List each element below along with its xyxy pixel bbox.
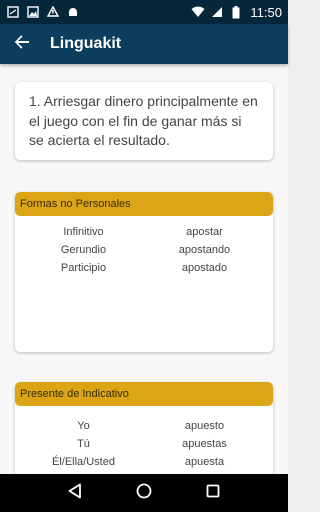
home-circle-icon: [136, 483, 152, 504]
section-card-formas: Formas no Personales Infinitivo apostar …: [15, 192, 273, 352]
back-triangle-icon: [68, 483, 82, 504]
conjugation-row: Participio apostado: [15, 259, 273, 277]
notification-icon: [6, 5, 20, 19]
conjugation-label: Él/Ella/Usted: [52, 456, 115, 468]
conjugation-rows: Infinitivo apostar Gerundio apostando Pa…: [15, 216, 273, 277]
conjugation-row: Infinitivo apostar: [15, 223, 273, 241]
status-bar: 11:50: [0, 0, 288, 24]
status-left-icons: [6, 5, 80, 19]
arrow-back-icon: [14, 34, 30, 55]
conjugation-row: Gerundio apostando: [15, 241, 273, 259]
conjugation-value: apostando: [178, 244, 231, 256]
conjugation-value: apuesta: [184, 456, 225, 468]
app-bar: Linguakit: [0, 24, 288, 64]
conjugation-value: apuestas: [182, 438, 227, 450]
conjugation-row: Tú apuestas: [15, 435, 273, 453]
battery-icon: [229, 5, 243, 19]
nav-back-button[interactable]: [63, 481, 87, 505]
section-header: Presente de Indicativo: [15, 382, 273, 406]
recents-square-icon: [206, 484, 220, 503]
definition-text: 1. Arriesgar dinero principalmente en el…: [29, 93, 258, 148]
wifi-icon: [191, 5, 205, 19]
conjugation-row: Yo apuesto: [15, 417, 273, 435]
conjugation-value: apostar: [186, 226, 223, 238]
conjugation-label: Tú: [77, 438, 90, 450]
image-icon: [26, 5, 40, 19]
conjugation-rows: Yo apuesto Tú apuestas Él/Ella/Usted apu…: [15, 406, 273, 471]
back-button[interactable]: [10, 32, 34, 56]
nav-home-button[interactable]: [132, 481, 156, 505]
conjugation-label: Participio: [60, 262, 107, 274]
status-right-icons: 11:50: [191, 5, 282, 20]
signal-icon: [210, 5, 224, 19]
nav-recents-button[interactable]: [201, 481, 225, 505]
definition-card: 1. Arriesgar dinero principalmente en el…: [15, 82, 273, 160]
android-icon: [66, 5, 80, 19]
conjugation-row: Él/Ella/Usted apuesta: [15, 453, 273, 471]
section-card-presente: Presente de Indicativo Yo apuesto Tú apu…: [15, 382, 273, 474]
navigation-bar: [0, 474, 288, 512]
conjugation-value: apuesto: [184, 420, 225, 432]
conjugation-value: apostado: [181, 262, 228, 274]
content-scroll-area[interactable]: 1. Arriesgar dinero principalmente en el…: [0, 64, 288, 474]
app-title: Linguakit: [50, 35, 122, 52]
conjugation-label: Infinitivo: [63, 226, 104, 238]
section-header: Formas no Personales: [15, 192, 273, 216]
conjugation-label: Yo: [77, 420, 90, 432]
upload-icon: [46, 5, 60, 19]
conjugation-label: Gerundio: [60, 244, 107, 256]
status-time: 11:50: [250, 4, 282, 20]
